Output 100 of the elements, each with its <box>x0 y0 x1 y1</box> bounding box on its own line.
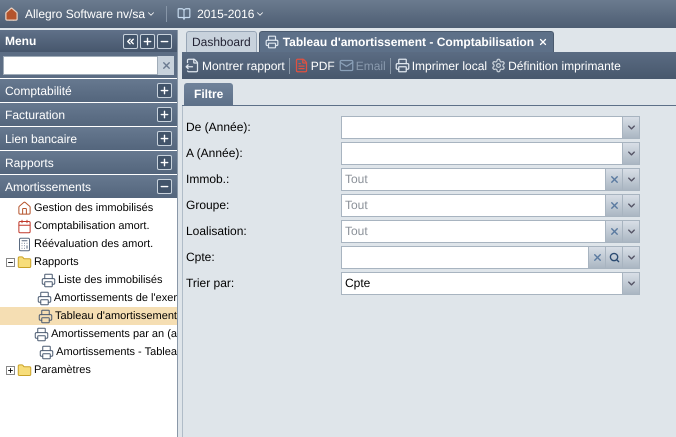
tree-item[interactable]: Réévaluation des amort. <box>0 235 177 253</box>
search-icon <box>608 252 620 262</box>
expand-button[interactable] <box>157 107 172 122</box>
folder-icon <box>17 362 32 378</box>
menu-section[interactable]: Facturation <box>0 103 177 126</box>
tree-item[interactable]: Amortissements par an (a <box>0 325 177 343</box>
printer-icon <box>41 272 56 288</box>
plus-icon <box>159 157 170 168</box>
tree-item-label: Rapports <box>34 254 79 270</box>
tree-item-label: Gestion des immobilisés <box>34 200 154 216</box>
folder-icon <box>17 254 32 270</box>
menu-title: Menu <box>5 33 36 50</box>
combo-field[interactable]: Tout <box>341 194 606 216</box>
document-icon <box>294 58 309 73</box>
toolbar-button[interactable]: PDF <box>294 56 335 74</box>
tree-item-label: Tableau d'amortissement <box>55 308 177 324</box>
expand-button[interactable] <box>157 131 172 146</box>
dropdown-button[interactable] <box>623 272 640 294</box>
plus-icon <box>159 133 170 144</box>
tree-item[interactable]: Tableau d'amortissement <box>0 307 177 325</box>
field-label: Loalisation: <box>186 223 248 240</box>
close-icon[interactable] <box>538 37 548 47</box>
field-label: A (Année): <box>186 145 244 162</box>
dropdown-button[interactable] <box>623 116 640 138</box>
plus-icon <box>159 85 170 96</box>
tree-item[interactable]: Rapports <box>0 253 177 271</box>
dropdown-button[interactable] <box>623 168 640 190</box>
combo-field[interactable]: Tout <box>341 168 606 190</box>
section-label: Lien bancaire <box>5 130 78 148</box>
printer-icon <box>394 58 410 73</box>
dropdown-field[interactable] <box>341 116 623 138</box>
toolbar-button[interactable]: Définition imprimante <box>491 56 621 74</box>
printer-icon <box>38 308 54 324</box>
double-chevron-icon <box>125 36 136 46</box>
clear-button[interactable] <box>606 168 623 190</box>
menu-section[interactable]: Amortissements <box>0 175 177 198</box>
expand-button[interactable] <box>157 83 172 98</box>
dropdown-button[interactable] <box>623 246 640 268</box>
year-menu[interactable]: 2015-2016 <box>197 5 266 23</box>
collapse-icon[interactable] <box>6 258 15 266</box>
expand-button[interactable] <box>157 155 172 170</box>
clear-icon <box>608 200 620 210</box>
field-label: Cpte: <box>186 249 216 266</box>
expand-icon[interactable] <box>6 366 15 374</box>
printer-icon <box>264 35 279 49</box>
clear-icon <box>160 60 172 70</box>
house-icon <box>4 6 19 22</box>
tree-item[interactable]: Amortissements de l'exer <box>0 289 177 307</box>
dropdown-field[interactable] <box>341 142 623 164</box>
clear-button[interactable] <box>158 56 174 74</box>
dropdown-button[interactable] <box>623 142 640 164</box>
dropdown-button[interactable] <box>623 220 640 242</box>
printer-icon <box>39 344 54 360</box>
tree-item-label: Amortissements par an (a <box>51 326 177 342</box>
collapse-panel-button[interactable] <box>123 34 138 48</box>
clear-button[interactable] <box>589 246 606 268</box>
section-label: Comptabilité <box>5 82 72 100</box>
tab[interactable]: Dashboard <box>186 31 257 52</box>
section-label: Rapports <box>5 154 54 172</box>
expand-button[interactable] <box>140 34 155 48</box>
menu-section[interactable]: Lien bancaire <box>0 127 177 150</box>
tree-item[interactable]: Liste des immobilisés <box>0 271 177 289</box>
combo-field[interactable] <box>341 246 589 268</box>
dropdown-button[interactable] <box>623 194 640 216</box>
calculator-icon <box>17 236 32 252</box>
menu-section[interactable]: Rapports <box>0 151 177 174</box>
clear-button[interactable] <box>606 194 623 216</box>
section-label: Amortissements <box>5 178 92 196</box>
tree-item-label: Réévaluation des amort. <box>34 236 154 252</box>
filter-tab[interactable]: Filtre <box>184 83 234 105</box>
search-field[interactable] <box>3 56 158 74</box>
tree-item[interactable]: Paramètres <box>0 361 177 379</box>
combo-field[interactable]: Tout <box>341 220 606 242</box>
dropdown-field[interactable]: Cpte <box>341 272 623 294</box>
report-icon <box>185 58 200 73</box>
collapse-button[interactable] <box>157 179 172 194</box>
search-button[interactable] <box>606 246 623 268</box>
section-label: Facturation <box>5 106 66 124</box>
company-menu[interactable]: Allegro Software nv/sa <box>25 5 156 23</box>
house-icon <box>17 200 32 216</box>
collapse-button[interactable] <box>157 34 172 48</box>
printer-icon <box>34 326 50 342</box>
tree-item[interactable]: Comptabilisation amort. <box>0 217 177 235</box>
tab[interactable]: Tableau d'amortissement - Comptabilisation <box>258 31 554 52</box>
clear-icon <box>608 226 620 236</box>
printer-icon <box>36 290 52 306</box>
menu-section[interactable]: Comptabilité <box>0 79 177 102</box>
settings-icon <box>491 58 506 73</box>
clear-icon <box>608 174 620 184</box>
tree-item-label: Amortissements de l'exer <box>54 290 177 306</box>
tree-item[interactable]: Amortissements - Tablea <box>0 343 177 361</box>
email-icon <box>338 58 354 73</box>
tree-item-label: Liste des immobilisés <box>58 272 163 288</box>
tree-item-label: Amortissements - Tablea <box>56 344 177 360</box>
tree-item[interactable]: Gestion des immobilisés <box>0 199 177 217</box>
field-label: Trier par: <box>186 275 236 292</box>
toolbar-button[interactable]: Montrer rapport <box>185 56 285 74</box>
field-label: De (Année): <box>186 119 252 136</box>
toolbar-button[interactable]: Imprimer local <box>394 56 488 74</box>
clear-button[interactable] <box>606 220 623 242</box>
